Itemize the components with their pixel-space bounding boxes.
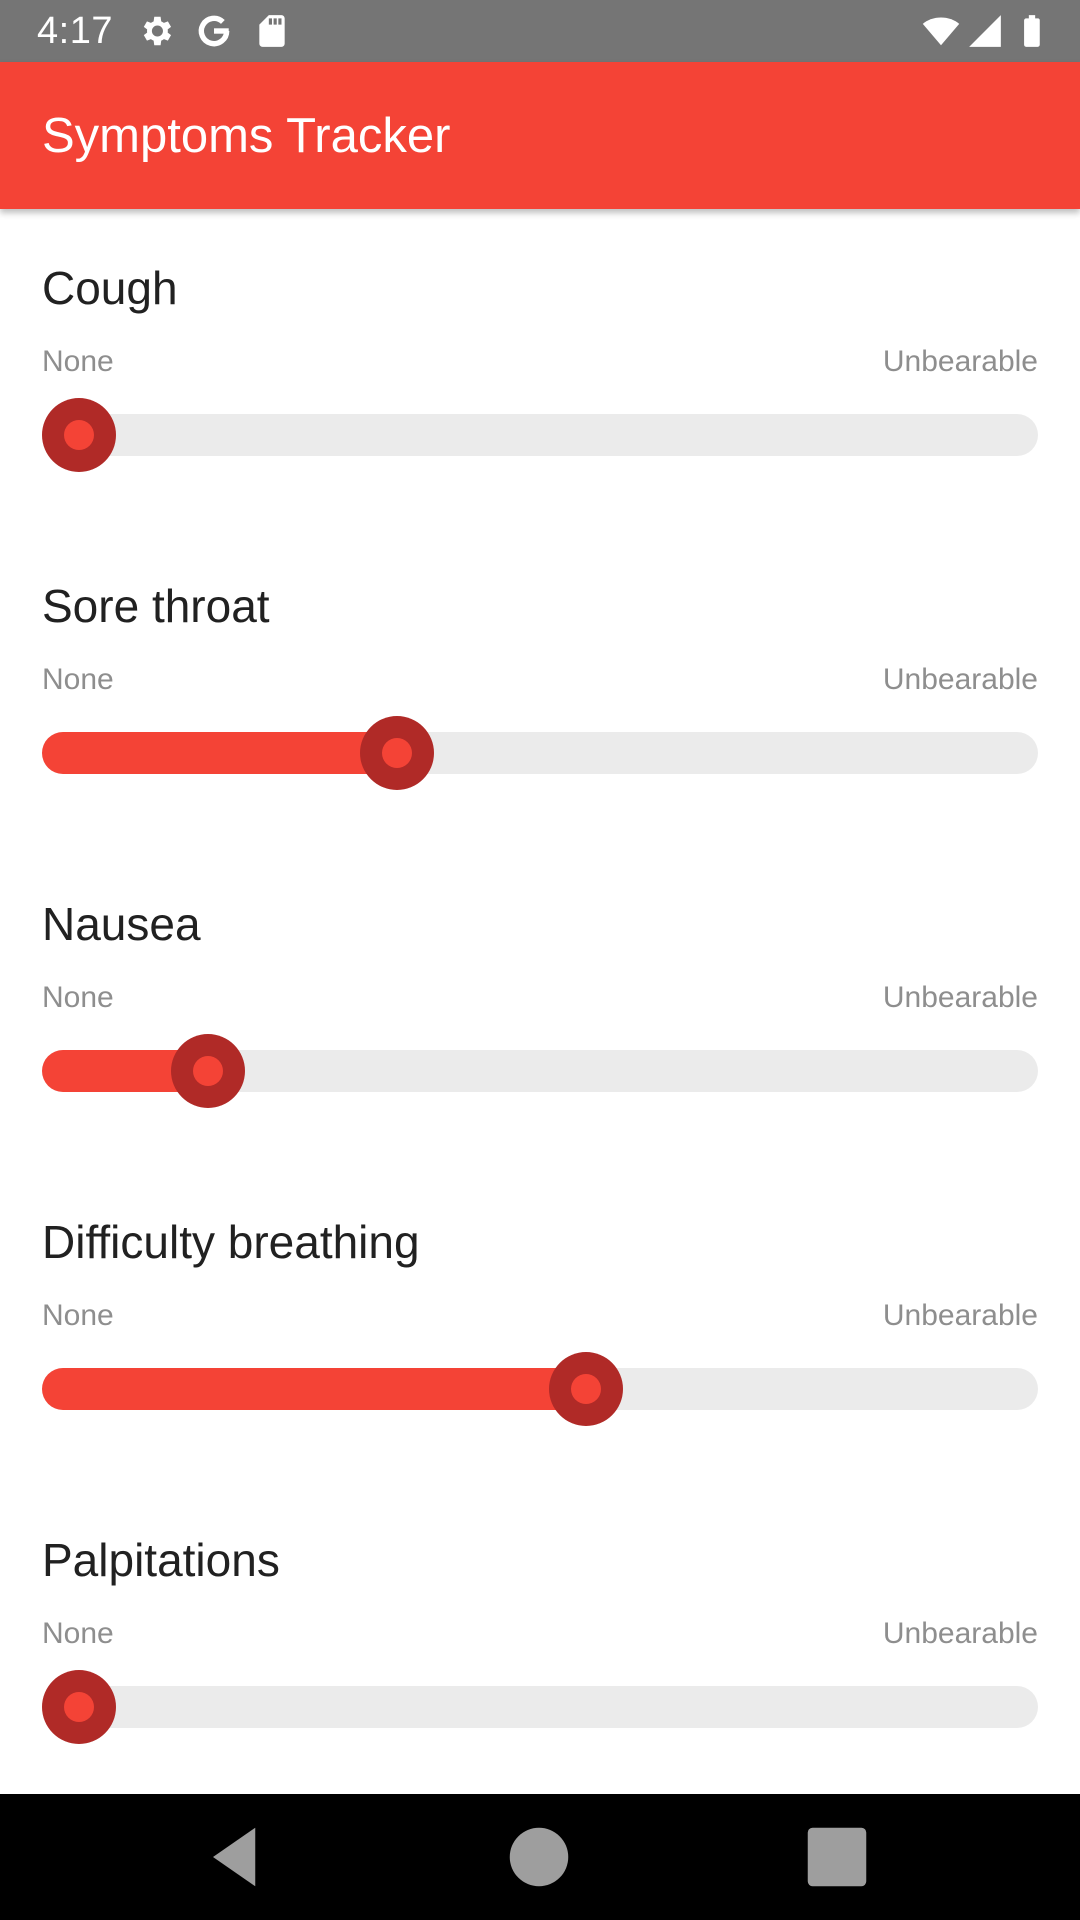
symptom-name: Palpitations xyxy=(42,1534,280,1586)
symptom-sore-throat: Sore throat None Unbearable xyxy=(0,527,1080,845)
google-icon xyxy=(198,15,230,47)
app-title: Symptoms Tracker xyxy=(42,109,451,163)
symptom-name: Sore throat xyxy=(42,580,270,632)
slider-thumb[interactable] xyxy=(360,716,435,790)
slider-thumb-center xyxy=(64,1692,94,1722)
gear-icon xyxy=(143,16,172,46)
slider-thumb-center xyxy=(64,420,94,450)
wifi-icon xyxy=(922,17,960,46)
slider-thumb[interactable] xyxy=(42,1670,116,1744)
symptom-difficulty-breathing: Difficulty breathing None Unbearable xyxy=(0,1163,1080,1481)
slider-min-label: None xyxy=(42,1299,114,1332)
slider-track[interactable] xyxy=(42,414,1038,456)
back-icon[interactable] xyxy=(200,1818,278,1896)
slider-min-label: None xyxy=(42,345,114,378)
severity-slider[interactable] xyxy=(42,1352,1038,1426)
slider-thumb-center xyxy=(382,738,413,768)
severity-slider[interactable] xyxy=(42,398,1038,472)
severity-slider[interactable] xyxy=(42,716,1038,790)
symptom-name: Cough xyxy=(42,262,178,314)
app-bar: Symptoms Tracker xyxy=(0,62,1080,209)
home-icon[interactable] xyxy=(500,1818,578,1896)
status-bar: 4:17 xyxy=(0,0,1080,62)
slider-thumb[interactable] xyxy=(171,1034,246,1108)
slider-max-label: Unbearable xyxy=(882,1617,1038,1650)
slider-max-label: Unbearable xyxy=(882,981,1038,1014)
severity-slider[interactable] xyxy=(42,1670,1038,1744)
battery-icon xyxy=(1024,15,1040,47)
symptom-cough: Cough None Unbearable xyxy=(0,209,1080,527)
navigation-bar xyxy=(0,1794,1080,1920)
slider-thumb-center xyxy=(193,1056,224,1086)
cell-signal-icon xyxy=(969,15,1001,47)
recents-icon[interactable] xyxy=(798,1818,876,1896)
symptom-palpitations: Palpitations None Unbearable xyxy=(0,1481,1080,1794)
sd-card-icon xyxy=(259,15,285,47)
slider-fill xyxy=(42,1368,587,1410)
symptom-name: Difficulty breathing xyxy=(42,1216,420,1268)
slider-thumb[interactable] xyxy=(549,1352,624,1426)
slider-min-label: None xyxy=(42,663,114,696)
slider-min-label: None xyxy=(42,981,114,1014)
symptom-list: Cough None Unbearable Sore throat None U… xyxy=(0,209,1080,1794)
slider-max-label: Unbearable xyxy=(882,1299,1038,1332)
slider-thumb-center xyxy=(571,1374,602,1404)
slider-min-label: None xyxy=(42,1617,114,1650)
status-time: 4:17 xyxy=(37,10,113,52)
symptom-name: Nausea xyxy=(42,898,201,950)
slider-thumb[interactable] xyxy=(42,398,116,472)
slider-max-label: Unbearable xyxy=(882,345,1038,378)
slider-max-label: Unbearable xyxy=(882,663,1038,696)
slider-fill xyxy=(42,732,398,774)
severity-slider[interactable] xyxy=(42,1034,1038,1108)
slider-track[interactable] xyxy=(42,1686,1038,1728)
symptom-nausea: Nausea None Unbearable xyxy=(0,845,1080,1163)
